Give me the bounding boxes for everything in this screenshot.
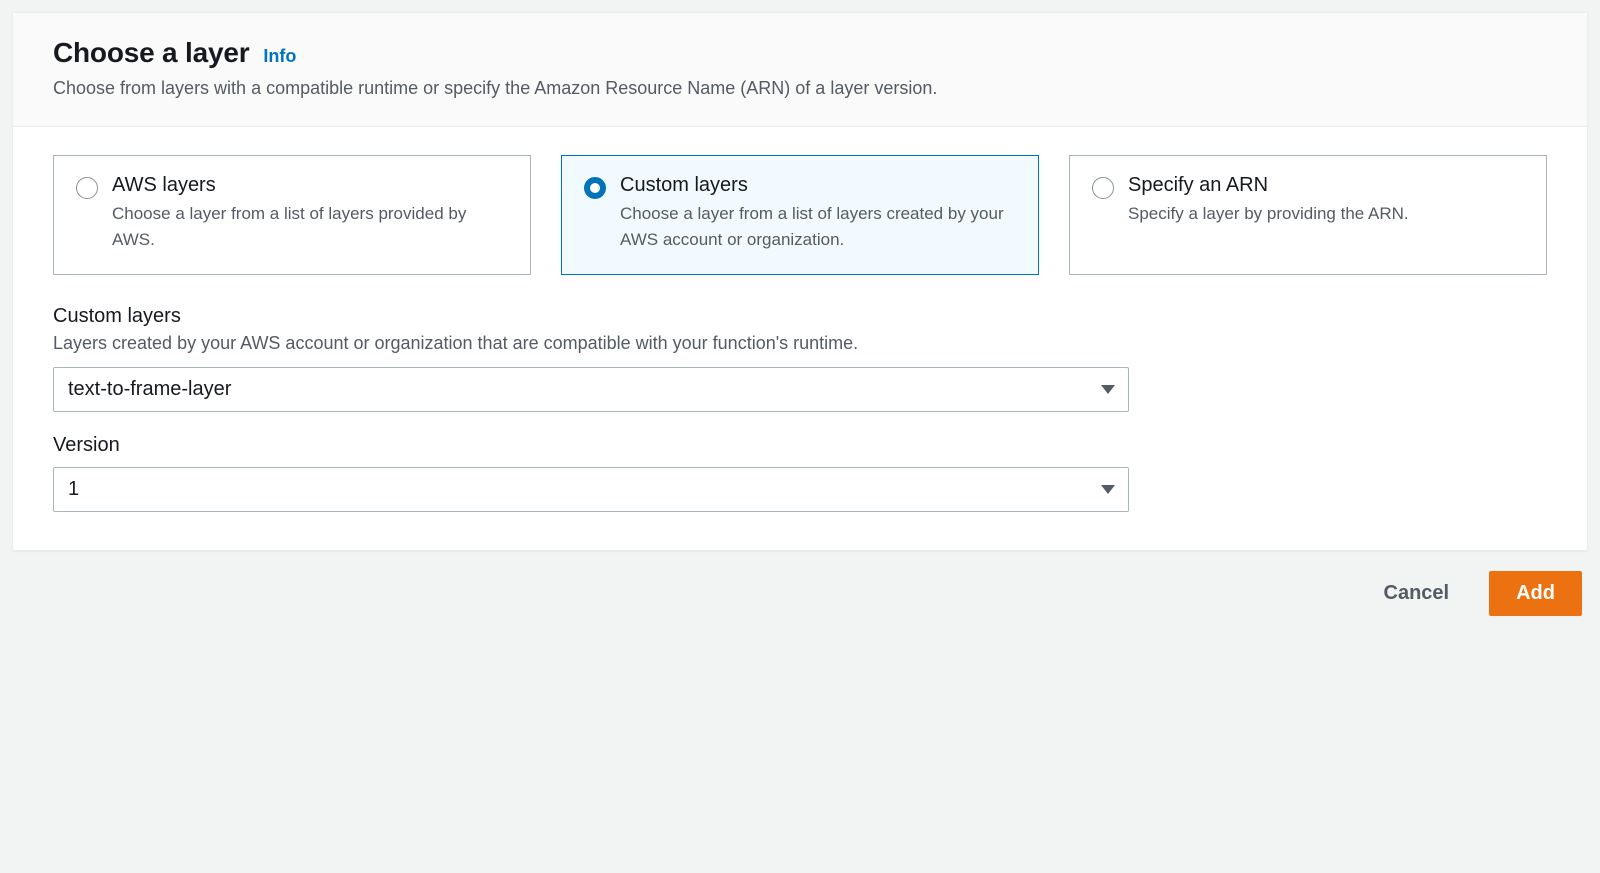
radio-description: Choose a layer from a list of layers cre… [620, 201, 1016, 252]
radio-label: Custom layers [620, 174, 1016, 197]
form-actions: Cancel Add [12, 551, 1588, 622]
panel-body: AWS layers Choose a layer from a list of… [13, 127, 1587, 550]
radio-icon [1092, 177, 1114, 199]
layer-source-radio-group: AWS layers Choose a layer from a list of… [53, 155, 1547, 275]
radio-description: Specify a layer by providing the ARN. [1128, 201, 1409, 227]
panel-subtitle: Choose from layers with a compatible run… [53, 75, 1547, 102]
radio-description: Choose a layer from a list of layers pro… [112, 201, 508, 252]
choose-layer-panel: Choose a layer Info Choose from layers w… [12, 12, 1588, 551]
select-value: text-to-frame-layer [68, 378, 231, 401]
cancel-button[interactable]: Cancel [1358, 571, 1476, 616]
radio-tile-specify-arn[interactable]: Specify an ARN Specify a layer by provid… [1069, 155, 1547, 275]
custom-layers-field: Custom layers Layers created by your AWS… [53, 305, 1547, 412]
panel-title: Choose a layer [53, 37, 249, 69]
radio-tile-aws-layers[interactable]: AWS layers Choose a layer from a list of… [53, 155, 531, 275]
select-value: 1 [68, 478, 79, 501]
radio-label: AWS layers [112, 174, 508, 197]
version-field: Version 1 [53, 434, 1547, 512]
version-select[interactable]: 1 [53, 467, 1129, 512]
panel-header: Choose a layer Info Choose from layers w… [13, 13, 1587, 127]
custom-layers-select[interactable]: text-to-frame-layer [53, 367, 1129, 412]
field-label: Version [53, 434, 1547, 457]
radio-label: Specify an ARN [1128, 174, 1409, 197]
info-link[interactable]: Info [263, 46, 296, 67]
radio-tile-custom-layers[interactable]: Custom layers Choose a layer from a list… [561, 155, 1039, 275]
field-label: Custom layers [53, 305, 1547, 328]
add-button[interactable]: Add [1489, 571, 1582, 616]
radio-icon [76, 177, 98, 199]
radio-icon [584, 177, 606, 199]
field-hint: Layers created by your AWS account or or… [53, 330, 1547, 357]
